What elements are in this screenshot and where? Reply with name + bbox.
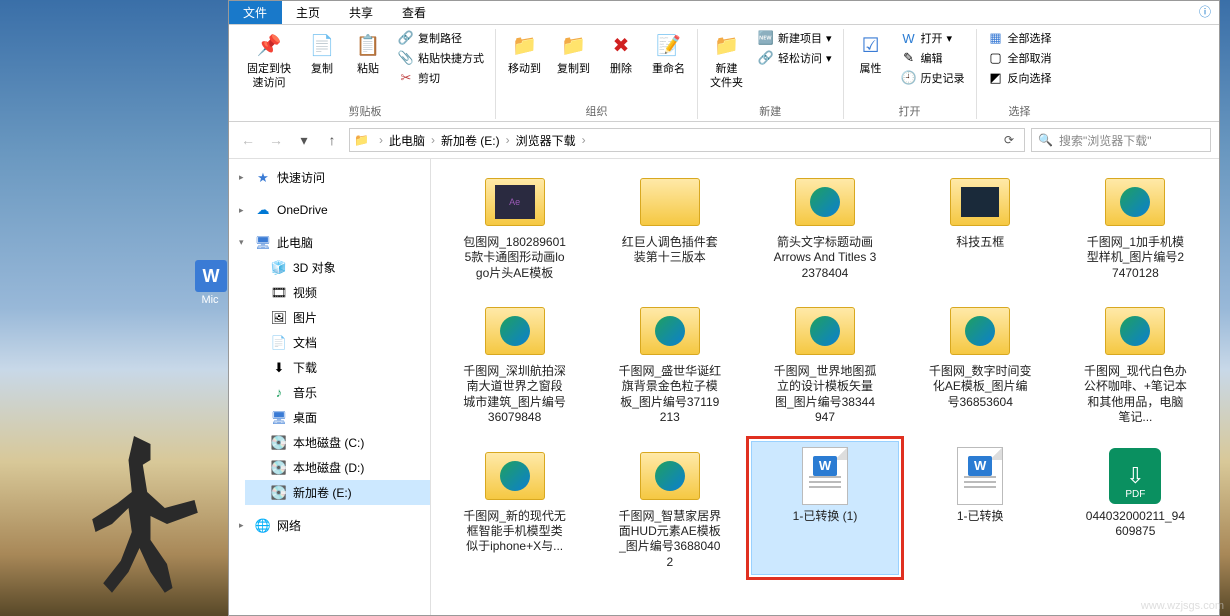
tab-share[interactable]: 共享 [335,1,388,24]
help-icon[interactable]: ⓘ [1191,1,1219,24]
folder-tile[interactable]: 千图网_数字时间变化AE模板_图片编号36853604 [907,296,1054,430]
sidebar-pictures[interactable]: 🖼图片 [245,305,430,330]
folder-tile[interactable]: 千图网_世界地图孤立的设计模板矢量图_图片编号38344947 [751,296,898,430]
paste-shortcut-button[interactable]: 📎粘贴快捷方式 [395,49,487,67]
ribbon: 📌固定到快 速访问 📄复制 📋粘贴 🔗复制路径 📎粘贴快捷方式 ✂剪切 剪贴板 … [229,25,1219,122]
open-button[interactable]: W打开 ▾ [898,29,968,47]
folder-tile[interactable]: Ae包图网_1802896015款卡通图形动画logo片头AE模板 [441,167,588,286]
search-icon: 🔍 [1038,133,1053,147]
copy-path-button[interactable]: 🔗复制路径 [395,29,487,47]
pin-to-quick-access-button[interactable]: 📌固定到快 速访问 [243,29,295,93]
organize-group-label: 组织 [586,103,608,119]
pdf-file-tile[interactable]: ⇩044032000211_94609875 [1062,441,1209,575]
ribbon-tabs: 文件 主页 共享 查看 ⓘ [229,1,1219,25]
new-item-button[interactable]: 🆕新建项目 ▾ [755,29,835,47]
nav-back-button[interactable]: ← [237,129,259,151]
nav-recent-button[interactable]: ▾ [293,129,315,151]
folder-tile[interactable]: 千图网_现代白色办公杯咖啡、+笔记本和其他用品，电脑笔记... [1062,296,1209,430]
breadcrumb[interactable]: 📁 › 此电脑 › 新加卷 (E:) › 浏览器下载 › ⟳ [349,128,1025,152]
sidebar-desktop[interactable]: 🖥桌面 [245,405,430,430]
folder-tile[interactable]: 箭头文字标题动画 Arrows And Titles 32378404 [751,167,898,286]
folder-tile[interactable]: 千图网_深圳航拍深南大道世界之窗段城市建筑_图片编号36079848 [441,296,588,430]
nav-sidebar: ▸★快速访问 ▸☁OneDrive ▾🖥此电脑 🧊3D 对象 🎞视频 🖼图片 📄… [229,159,431,615]
file-grid: Ae包图网_1802896015款卡通图形动画logo片头AE模板 红巨人调色插… [431,159,1219,615]
sidebar-quick-access[interactable]: ▸★快速访问 [229,165,430,190]
copy-to-button[interactable]: 📁复制到 [553,29,594,79]
sidebar-network[interactable]: ▸🌐网络 [229,513,430,538]
copy-button[interactable]: 📄复制 [303,29,341,79]
sidebar-music[interactable]: ♪音乐 [245,380,430,405]
sidebar-downloads[interactable]: ⬇下载 [245,355,430,380]
tab-file[interactable]: 文件 [229,1,282,24]
tab-home[interactable]: 主页 [282,1,335,24]
refresh-icon[interactable]: ⟳ [998,133,1020,147]
folder-tile[interactable]: 千图网_盛世华诞红旗背景金色粒子模板_图片编号37119213 [596,296,743,430]
tab-view[interactable]: 查看 [388,1,441,24]
nav-up-button[interactable]: ↑ [321,129,343,151]
sidebar-this-pc[interactable]: ▾🖥此电脑 [229,230,430,255]
breadcrumb-drive[interactable]: 新加卷 (E:) [441,132,500,149]
paste-button[interactable]: 📋粘贴 [349,29,387,79]
breadcrumb-pc[interactable]: 此电脑 [389,132,425,149]
folder-icon: 📁 [354,133,369,147]
docx-file-tile[interactable]: W1-已转换 [907,441,1054,575]
folder-tile[interactable]: 红巨人调色插件套装第十三版本 [596,167,743,286]
properties-button[interactable]: ☑属性 [852,29,890,79]
select-group-label: 选择 [1009,103,1031,119]
select-none-button[interactable]: ▢全部取消 [985,49,1055,67]
cut-button[interactable]: ✂剪切 [395,69,487,87]
desktop-shortcut[interactable]: W Mic [195,260,225,306]
docx-file-tile-selected[interactable]: W1-已转换 (1) [751,441,898,575]
rename-button[interactable]: 📝重命名 [648,29,689,79]
folder-tile[interactable]: 千图网_新的现代无框智能手机模型类似于iphone+X与... [441,441,588,575]
open-group-label: 打开 [899,103,921,119]
folder-tile[interactable]: 千图网_1加手机模型样机_图片编号27470128 [1062,167,1209,286]
new-group-label: 新建 [759,103,781,119]
watermark: www.wzjsgs.com [1141,600,1224,612]
sidebar-onedrive[interactable]: ▸☁OneDrive [229,198,430,222]
invert-selection-button[interactable]: ◩反向选择 [985,69,1055,87]
delete-button[interactable]: ✖删除 [602,29,640,79]
move-to-button[interactable]: 📁移动到 [504,29,545,79]
sidebar-videos[interactable]: 🎞视频 [245,280,430,305]
sidebar-local-d[interactable]: 💽本地磁盘 (D:) [245,455,430,480]
clipboard-group-label: 剪贴板 [349,103,382,119]
file-explorer-window: 文件 主页 共享 查看 ⓘ 📌固定到快 速访问 📄复制 📋粘贴 🔗复制路径 📎粘… [228,0,1220,616]
nav-forward-button[interactable]: → [265,129,287,151]
breadcrumb-folder[interactable]: 浏览器下载 [516,132,576,149]
new-folder-button[interactable]: 📁新建 文件夹 [706,29,747,93]
address-bar-row: ← → ▾ ↑ 📁 › 此电脑 › 新加卷 (E:) › 浏览器下载 › ⟳ 🔍… [229,122,1219,159]
search-input[interactable]: 🔍 搜索"浏览器下载" [1031,128,1211,152]
folder-tile[interactable]: 科技五框 [907,167,1054,286]
easy-access-button[interactable]: 🔗轻松访问 ▾ [755,49,835,67]
folder-tile[interactable]: 千图网_智慧家居界面HUD元素AE模板_图片编号36880402 [596,441,743,575]
select-all-button[interactable]: ▦全部选择 [985,29,1055,47]
sidebar-local-c[interactable]: 💽本地磁盘 (C:) [245,430,430,455]
sidebar-documents[interactable]: 📄文档 [245,330,430,355]
sidebar-3d-objects[interactable]: 🧊3D 对象 [245,255,430,280]
history-button[interactable]: 🕘历史记录 [898,69,968,87]
edit-button[interactable]: ✎编辑 [898,49,968,67]
sidebar-new-e[interactable]: 💽新加卷 (E:) [245,480,430,505]
